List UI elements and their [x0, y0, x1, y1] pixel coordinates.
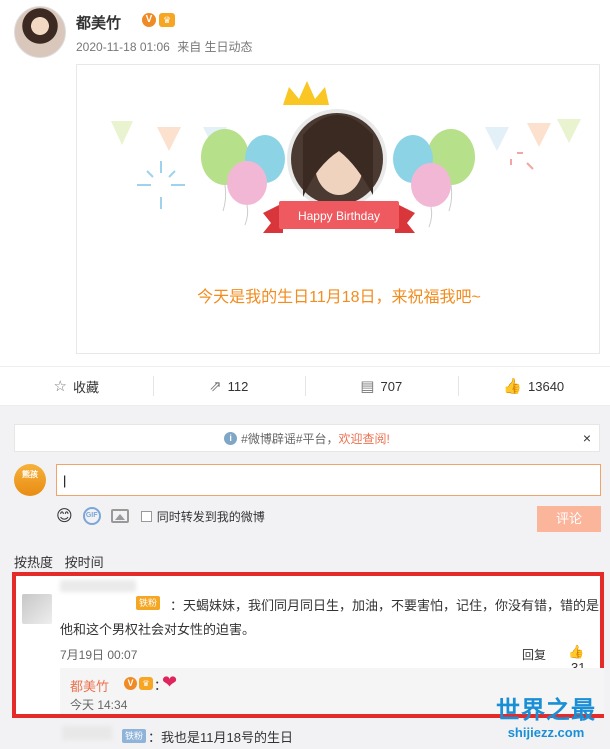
comment-button[interactable]: ▤ 707	[305, 374, 458, 398]
repost-count: 112	[227, 378, 249, 394]
favorite-label: 收藏	[72, 379, 99, 395]
sparkle-icon-right	[510, 152, 534, 170]
image-icon[interactable]	[110, 509, 129, 523]
repost-icon: ⇗	[209, 378, 222, 395]
birthday-card[interactable]: Happy Birthday 今天是我的生日11月18日，来祝福我吧~	[76, 64, 600, 354]
author-name[interactable]: 都美竹	[76, 12, 121, 33]
commenter-name-blurred	[60, 580, 136, 592]
repost-checkbox[interactable]	[140, 510, 152, 522]
notice-text: #微博辟谣#平台，	[241, 431, 339, 446]
like-button[interactable]: 👍 13640	[457, 374, 610, 398]
post-source: 来自 生日动态	[177, 40, 253, 54]
composer-tools: 😊 GIF 同时转发到我的微博	[56, 504, 265, 528]
post-header: 都美竹 V ♛ 2020-11-18 01:06 来自 生日动态	[14, 6, 604, 58]
crown-icon: ♛	[139, 677, 153, 690]
author-avatar[interactable]	[14, 6, 66, 58]
reply-button[interactable]: 回复	[522, 646, 546, 663]
action-bar: ☆ 收藏 ⇗ 112 ▤ 707 👍 13640	[0, 366, 610, 406]
info-icon: i	[224, 431, 238, 445]
comment-count: 707	[380, 378, 403, 394]
birthday-illustration: Happy Birthday	[111, 81, 581, 233]
next-comment-text: ：我也是11月18号的生日	[148, 730, 293, 745]
commenter-avatar[interactable]	[22, 594, 52, 624]
repost-checkbox-label[interactable]: 同时转发到我的微博	[157, 508, 265, 525]
sparkle-icon	[137, 161, 185, 209]
crown-icon-large	[283, 81, 329, 105]
sort-tabs: 按热度 按时间	[14, 552, 112, 571]
verified-icon: V	[124, 677, 137, 690]
close-icon[interactable]: ×	[583, 430, 591, 446]
gif-icon[interactable]: GIF	[82, 507, 101, 525]
crown-icon: ♛	[159, 13, 175, 27]
comment-time: 7月19日 00:07	[60, 648, 138, 662]
comment-input[interactable]	[56, 464, 601, 496]
post-meta: 2020-11-18 01:06 来自 生日动态	[76, 38, 257, 55]
notice-link[interactable]: 欢迎查阅!	[339, 430, 390, 447]
fan-badge: 铁粉	[122, 729, 147, 743]
site-watermark: 世界之最 shijiezz.com	[484, 690, 608, 746]
birthday-message: 今天是我的生日11月18日，来祝福我吧~	[197, 289, 481, 306]
submit-comment-button[interactable]: 评论	[537, 506, 601, 532]
favorite-button[interactable]: ☆ 收藏	[0, 374, 153, 398]
rumor-notice: i #微博辟谣#平台， 欢迎查阅! ×	[14, 424, 600, 452]
post-timestamp[interactable]: 2020-11-18 01:06	[76, 40, 170, 54]
reply-time: 今天 14:34	[70, 698, 128, 712]
happy-birthday-banner: Happy Birthday	[298, 209, 380, 223]
next-commenter-name-blurred	[62, 726, 112, 740]
verified-icon: V	[142, 13, 156, 27]
my-avatar[interactable]: 熊孩	[14, 464, 46, 496]
star-icon: ☆	[53, 378, 67, 395]
tab-time[interactable]: 按时间	[65, 555, 104, 570]
reply-author[interactable]: 都美竹	[70, 676, 109, 695]
emoji-icon[interactable]: 😊	[56, 506, 73, 526]
thumbs-up-icon: 👍	[503, 378, 523, 395]
repost-button[interactable]: ⇗ 112	[152, 374, 306, 398]
comment-icon: ▤	[360, 378, 375, 395]
like-count: 13640	[528, 378, 565, 394]
fan-badge: 铁粉	[136, 596, 161, 610]
heart-icon: ❤	[162, 672, 178, 692]
watermark-url: shijiezz.com	[507, 725, 585, 740]
watermark-title: 世界之最	[496, 697, 596, 724]
tab-hot[interactable]: 按热度	[14, 555, 53, 570]
thumbs-up-icon: 👍	[568, 644, 585, 659]
